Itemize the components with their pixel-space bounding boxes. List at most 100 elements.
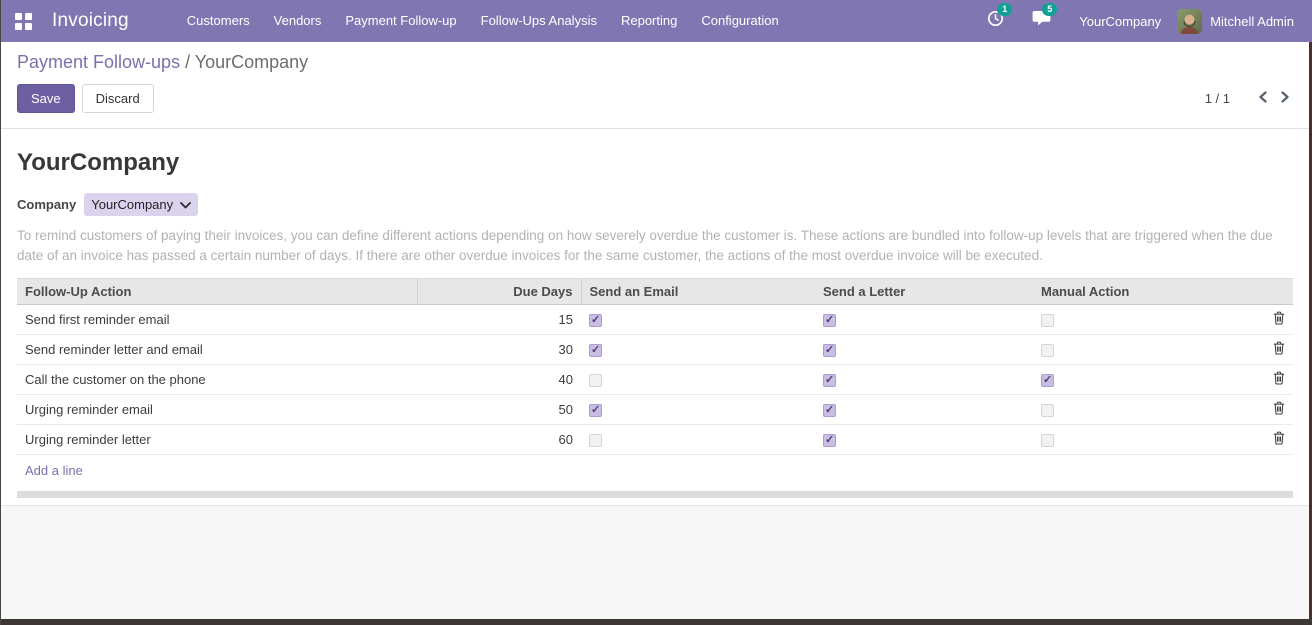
table-row[interactable]: Urging reminder letter60 [17, 425, 1293, 455]
column-header-send-a-letter[interactable]: Send a Letter [815, 279, 1033, 305]
manual-action-checkbox[interactable] [1041, 404, 1054, 417]
delete-row-button[interactable] [1273, 341, 1285, 355]
send-letter-checkbox[interactable] [823, 344, 836, 357]
cell-send-letter [815, 305, 1033, 335]
table-header-row: Follow-Up Action Due Days Send an Email … [17, 279, 1293, 305]
page-title: YourCompany [17, 149, 1296, 177]
discard-button[interactable]: Discard [82, 84, 154, 113]
trash-icon [1273, 403, 1285, 418]
column-header-due-days[interactable]: Due Days [417, 279, 581, 305]
breadcrumb: Payment Follow-ups / YourCompany [17, 52, 1296, 73]
pager: 1 / 1 [1205, 89, 1296, 108]
cell-send-email [581, 305, 815, 335]
cell-due-days[interactable]: 60 [417, 425, 581, 455]
table-row[interactable]: Call the customer on the phone40 [17, 365, 1293, 395]
table-row[interactable]: Urging reminder email50 [17, 395, 1293, 425]
nav-item-vendors[interactable]: Vendors [262, 0, 334, 42]
cell-followup-action[interactable]: Call the customer on the phone [17, 365, 417, 395]
save-button[interactable]: Save [17, 84, 75, 113]
cell-send-letter [815, 335, 1033, 365]
cell-manual-action [1033, 425, 1265, 455]
table-horizontal-scrollbar[interactable] [17, 491, 1293, 498]
send-letter-checkbox[interactable] [823, 374, 836, 387]
followup-description: To remind customers of paying their invo… [17, 226, 1293, 265]
cell-due-days[interactable]: 50 [417, 395, 581, 425]
chevron-left-icon [1258, 91, 1268, 106]
pager-previous-button[interactable] [1252, 89, 1274, 108]
breadcrumb-parent-link[interactable]: Payment Follow-ups [17, 52, 180, 72]
breadcrumb-separator: / [180, 52, 195, 72]
cell-followup-action[interactable]: Send reminder letter and email [17, 335, 417, 365]
send-letter-checkbox[interactable] [823, 314, 836, 327]
send-email-checkbox[interactable] [589, 434, 602, 447]
nav-item-customers[interactable]: Customers [175, 0, 262, 42]
table-row[interactable]: Send first reminder email15 [17, 305, 1293, 335]
send-letter-checkbox[interactable] [823, 404, 836, 417]
chevron-right-icon [1280, 91, 1290, 106]
column-header-followup-action[interactable]: Follow-Up Action [17, 279, 417, 305]
manual-action-checkbox[interactable] [1041, 374, 1054, 387]
message-count-badge: 5 [1042, 3, 1057, 16]
delete-row-button[interactable] [1273, 431, 1285, 445]
company-field-label: Company [17, 197, 76, 212]
cell-delete [1265, 305, 1293, 335]
breadcrumb-current: YourCompany [195, 52, 308, 72]
followup-levels-table: Follow-Up Action Due Days Send an Email … [17, 278, 1293, 486]
cell-send-email [581, 335, 815, 365]
delete-row-button[interactable] [1273, 371, 1285, 385]
delete-row-button[interactable] [1273, 311, 1285, 325]
manual-action-checkbox[interactable] [1041, 434, 1054, 447]
send-email-checkbox[interactable] [589, 314, 602, 327]
company-switcher[interactable]: YourCompany [1079, 14, 1161, 29]
pager-next-button[interactable] [1274, 89, 1296, 108]
nav-menu: CustomersVendorsPayment Follow-upFollow-… [175, 0, 791, 42]
cell-manual-action [1033, 365, 1265, 395]
manual-action-checkbox[interactable] [1041, 344, 1054, 357]
apps-menu-icon[interactable] [15, 13, 32, 30]
cell-delete [1265, 425, 1293, 455]
add-line-row: Add a line [17, 455, 1293, 487]
trash-icon [1273, 313, 1285, 328]
send-email-checkbox[interactable] [589, 374, 602, 387]
delete-row-button[interactable] [1273, 401, 1285, 415]
nav-item-follow-ups-analysis[interactable]: Follow-Ups Analysis [469, 0, 609, 42]
invoicing-app-window: Invoicing CustomersVendorsPayment Follow… [0, 0, 1312, 625]
trash-icon [1273, 343, 1285, 358]
activities-button[interactable]: 1 [987, 10, 1004, 32]
send-letter-checkbox[interactable] [823, 434, 836, 447]
cell-delete [1265, 365, 1293, 395]
cell-followup-action[interactable]: Send first reminder email [17, 305, 417, 335]
cell-manual-action [1033, 395, 1265, 425]
cell-due-days[interactable]: 15 [417, 305, 581, 335]
app-name[interactable]: Invoicing [52, 10, 129, 32]
cell-delete [1265, 395, 1293, 425]
add-a-line-link[interactable]: Add a line [17, 455, 1293, 486]
cell-send-letter [815, 365, 1033, 395]
user-avatar[interactable] [1177, 9, 1202, 34]
cell-send-email [581, 425, 815, 455]
manual-action-checkbox[interactable] [1041, 314, 1054, 327]
activity-count-badge: 1 [997, 3, 1012, 16]
cell-followup-action[interactable]: Urging reminder email [17, 395, 417, 425]
messages-button[interactable]: 5 [1032, 10, 1051, 32]
company-select[interactable]: YourCompany [84, 193, 198, 216]
nav-item-payment-follow-up[interactable]: Payment Follow-up [333, 0, 468, 42]
column-header-send-an-email[interactable]: Send an Email [581, 279, 815, 305]
user-menu[interactable]: Mitchell Admin [1210, 14, 1294, 29]
trash-icon [1273, 373, 1285, 388]
send-email-checkbox[interactable] [589, 404, 602, 417]
table-row[interactable]: Send reminder letter and email30 [17, 335, 1293, 365]
cell-delete [1265, 335, 1293, 365]
cell-followup-action[interactable]: Urging reminder letter [17, 425, 417, 455]
column-header-actions [1265, 279, 1293, 305]
cell-due-days[interactable]: 40 [417, 365, 581, 395]
cell-due-days[interactable]: 30 [417, 335, 581, 365]
cell-send-letter [815, 395, 1033, 425]
navbar-right: 1 5 YourCompany Mitchell Admin [973, 9, 1298, 34]
nav-item-configuration[interactable]: Configuration [689, 0, 790, 42]
trash-icon [1273, 433, 1285, 448]
send-email-checkbox[interactable] [589, 344, 602, 357]
nav-item-reporting[interactable]: Reporting [609, 0, 689, 42]
column-header-manual-action[interactable]: Manual Action [1033, 279, 1265, 305]
control-panel-buttons: Save Discard 1 / 1 [17, 84, 1296, 113]
